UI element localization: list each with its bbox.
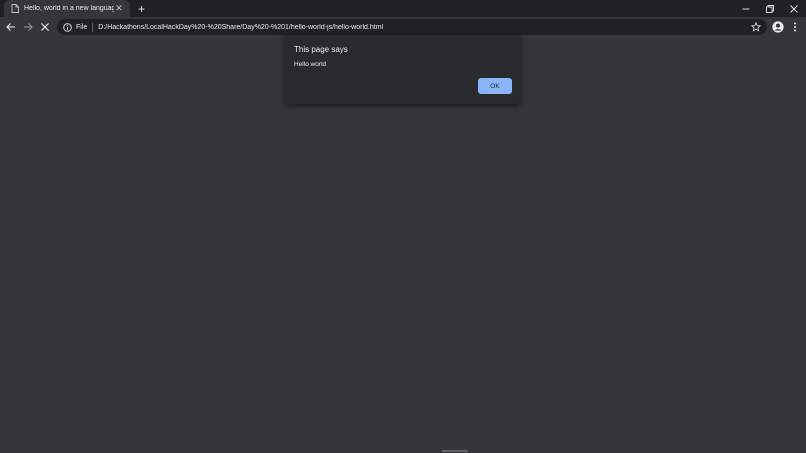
tab-close-icon[interactable]: ✕ (114, 4, 124, 13)
avatar-icon (772, 21, 784, 33)
close-window-button[interactable] (782, 0, 806, 17)
minimize-icon (742, 8, 750, 9)
arrow-right-icon (24, 23, 33, 31)
back-button[interactable] (3, 19, 19, 35)
tab-title: Hello, world in a new language (24, 5, 114, 12)
tab-active[interactable]: Hello, world in a new language ✕ (4, 0, 130, 17)
omnibox-divider (92, 22, 94, 32)
close-icon (790, 4, 798, 13)
stop-loading-button[interactable] (37, 19, 53, 35)
info-icon[interactable] (62, 22, 72, 32)
more-vertical-icon (794, 22, 796, 32)
window-controls (734, 0, 806, 17)
alert-dialog: This page says Hello world OK (285, 35, 521, 104)
ok-button[interactable]: OK (478, 78, 512, 94)
dialog-title: This page says (294, 45, 348, 54)
stop-icon (41, 23, 49, 31)
dialog-message: Hello world (294, 61, 327, 68)
menu-button[interactable] (787, 19, 803, 35)
url-text[interactable]: D:/Hackathons/LocalHackDay%20-%20Share/D… (98, 24, 750, 31)
minimize-button[interactable] (734, 0, 758, 17)
page-icon (10, 4, 19, 13)
address-bar[interactable]: File D:/Hackathons/LocalHackDay%20-%20Sh… (57, 19, 767, 35)
browser-toolbar: File D:/Hackathons/LocalHackDay%20-%20Sh… (0, 17, 806, 37)
bottom-scroll-indicator (442, 450, 468, 452)
restore-icon (766, 4, 774, 13)
tab-strip: Hello, world in a new language ✕ + (0, 0, 806, 17)
new-tab-button[interactable]: + (135, 2, 148, 15)
bookmark-star-icon[interactable] (750, 21, 762, 33)
restore-button[interactable] (758, 0, 782, 17)
profile-button[interactable] (770, 19, 786, 35)
forward-button[interactable] (20, 19, 36, 35)
arrow-left-icon (6, 23, 15, 31)
scheme-label: File (76, 23, 88, 31)
